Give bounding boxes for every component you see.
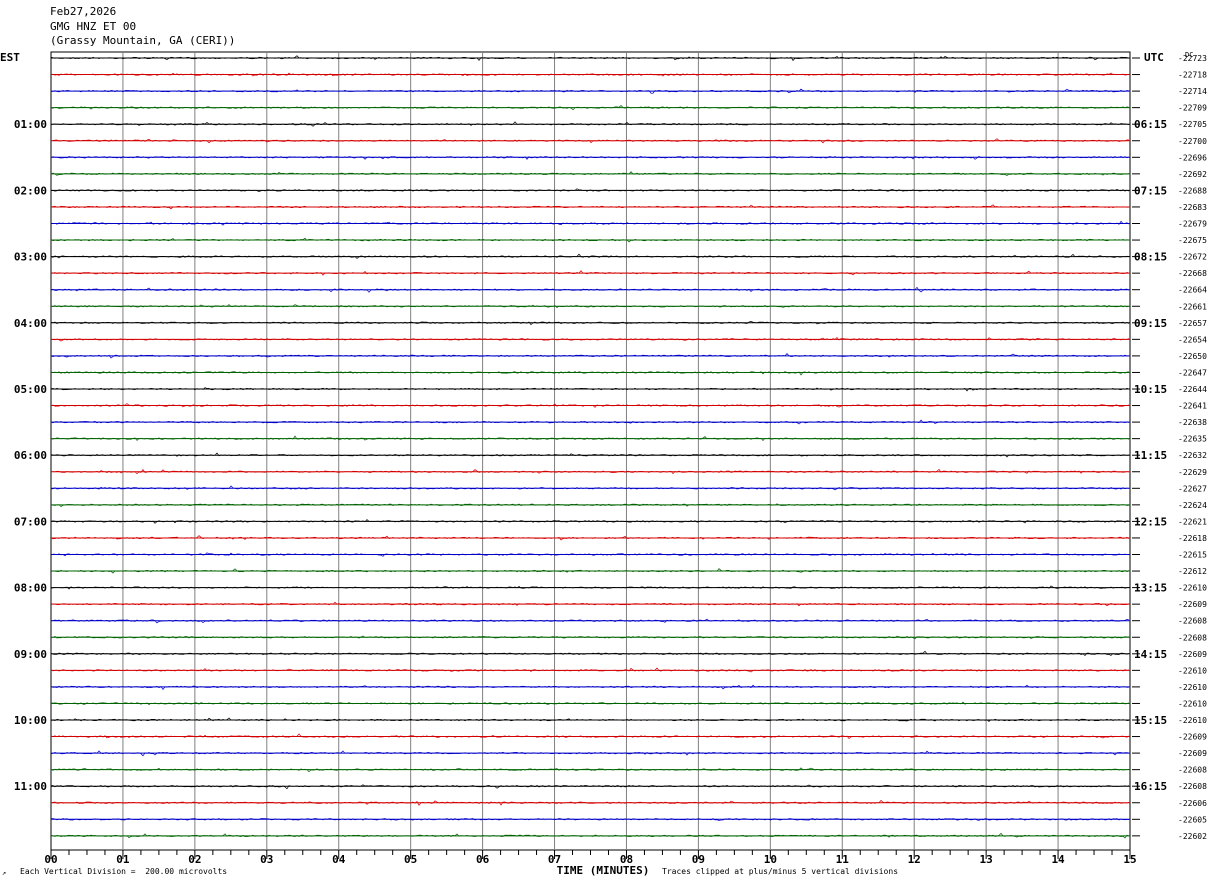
dc-offset-label: -22612 [1178, 567, 1207, 576]
dc-offset-label: -22629 [1178, 468, 1207, 477]
plot-frame [50, 51, 1131, 851]
dc-offset-label: -22683 [1178, 203, 1207, 212]
dc-offset-label: -22618 [1178, 534, 1207, 543]
dc-offset-label: -22606 [1178, 799, 1207, 808]
est-hour-label: 09:00 [14, 648, 47, 661]
x-tick-label: 05 [404, 853, 417, 866]
dc-offset-label: -22679 [1178, 220, 1207, 229]
dc-offset-label: -22632 [1178, 451, 1207, 460]
dc-offset-label: -22647 [1178, 368, 1207, 377]
est-hour-label: 11:00 [14, 780, 47, 793]
seismic-trace [50, 767, 1130, 773]
dc-offset-label: -22700 [1178, 137, 1207, 146]
est-hour-label: 10:00 [14, 714, 47, 727]
scale-note: Each Vertical Division = 200.00 microvol… [20, 867, 228, 876]
dc-offset-label: -22661 [1178, 302, 1207, 311]
dc-offset-label: -22608 [1178, 782, 1207, 791]
x-tick-label: 03 [260, 853, 273, 866]
corner-mark: ↗ [2, 869, 7, 877]
dc-offset-label: -22709 [1178, 104, 1207, 113]
dc-offset-label: -22615 [1178, 551, 1207, 560]
dc-offset-label: -22608 [1178, 617, 1207, 626]
dc-offset-label: -22609 [1178, 733, 1207, 742]
dc-offset-label: -22602 [1178, 832, 1207, 841]
dc-offset-label: -22610 [1178, 699, 1207, 708]
est-hour-label: 07:00 [14, 515, 47, 528]
clip-note: Traces clipped at plus/minus 5 vertical … [662, 867, 899, 876]
x-tick-label: 14 [1051, 853, 1065, 866]
dc-offset-label: -22608 [1178, 633, 1207, 642]
seismic-trace [50, 784, 1130, 790]
dc-offset-label: -22610 [1178, 683, 1207, 692]
utc-hour-label: 13:15 [1134, 582, 1167, 595]
dc-offset-label: -22609 [1178, 600, 1207, 609]
utc-hour-label: 11:15 [1134, 449, 1167, 462]
est-hour-label: 04:00 [14, 317, 47, 330]
dc-offset-label: -22692 [1178, 170, 1207, 179]
dc-offset-label: -22621 [1178, 517, 1207, 526]
utc-zone-label: UTC [1144, 51, 1164, 64]
est-hour-label: 01:00 [14, 118, 47, 131]
dc-offset-label: -22654 [1178, 335, 1207, 344]
dc-offset-label: -22609 [1178, 749, 1207, 758]
dc-offset-label: -22718 [1178, 71, 1207, 80]
dc-offset-label: -22635 [1178, 435, 1207, 444]
dc-offset-label: -22657 [1178, 319, 1207, 328]
x-tick-label: 11 [836, 853, 850, 866]
est-zone-label: EST [0, 51, 20, 64]
dc-offset-label: -22672 [1178, 253, 1207, 262]
utc-hour-label: 10:15 [1134, 383, 1167, 396]
dc-offset-label: -22608 [1178, 766, 1207, 775]
seismic-trace [50, 650, 1130, 657]
dc-offset-label: -22610 [1178, 666, 1207, 675]
dc-offset-label: -22624 [1178, 501, 1207, 510]
helicorder-plot: -22723-22718-22714-22709-22705-22700-226… [0, 51, 1207, 877]
dc-offset-label: -22627 [1178, 484, 1207, 493]
x-tick-label: 15 [1123, 853, 1136, 866]
dc-offset-label: -22705 [1178, 120, 1207, 129]
utc-hour-label: 06:15 [1134, 118, 1167, 131]
utc-hour-label: 08:15 [1134, 251, 1167, 264]
dc-offset-label: -22610 [1178, 584, 1207, 593]
seismic-trace [50, 105, 1130, 111]
seismic-trace [50, 535, 1130, 541]
dc-offset-label: -22638 [1178, 418, 1207, 427]
x-tick-label: 01 [116, 853, 130, 866]
dc-offset-label: -22714 [1178, 87, 1207, 96]
dc-offset-label: -22641 [1178, 402, 1207, 411]
utc-hour-label: 12:15 [1134, 515, 1167, 528]
x-tick-label: 13 [980, 853, 993, 866]
dc-column-label: DC [1185, 51, 1193, 59]
dc-offset-label: -22644 [1178, 385, 1207, 394]
x-tick-label: 10 [764, 853, 777, 866]
x-tick-label: 00 [44, 853, 57, 866]
est-hour-label: 05:00 [14, 383, 47, 396]
dc-offset-label: -22696 [1178, 153, 1207, 162]
est-hour-label: 02:00 [14, 184, 47, 197]
dc-offset-label: -22605 [1178, 815, 1207, 824]
utc-hour-label: 15:15 [1134, 714, 1167, 727]
x-tick-label: 04 [332, 853, 346, 866]
x-axis-title: TIME (MINUTES) [557, 864, 650, 877]
dc-offset-label: -22668 [1178, 269, 1207, 278]
x-tick-label: 12 [908, 853, 921, 866]
utc-hour-label: 16:15 [1134, 780, 1167, 793]
x-tick-label: 06 [476, 853, 490, 866]
dc-offset-label: -22664 [1178, 286, 1207, 295]
dc-offset-label: -22688 [1178, 186, 1207, 195]
x-tick-label: 02 [188, 853, 201, 866]
est-hour-label: 08:00 [14, 582, 47, 595]
utc-hour-label: 14:15 [1134, 648, 1167, 661]
dc-offset-label: -22609 [1178, 650, 1207, 659]
seismic-trace [50, 155, 1130, 160]
est-hour-label: 06:00 [14, 449, 47, 462]
dc-offset-label: -22675 [1178, 236, 1207, 245]
dc-offset-label: -22650 [1178, 352, 1207, 361]
utc-hour-label: 09:15 [1134, 317, 1167, 330]
est-hour-label: 03:00 [14, 251, 47, 264]
dc-offset-label: -22610 [1178, 716, 1207, 725]
utc-hour-label: 07:15 [1134, 184, 1167, 197]
x-tick-label: 09 [692, 853, 705, 866]
